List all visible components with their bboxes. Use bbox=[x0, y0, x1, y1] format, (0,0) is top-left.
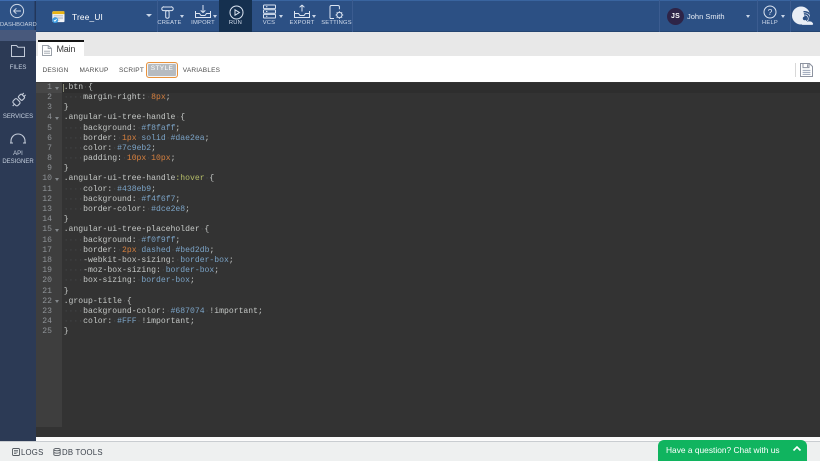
svg-text:?: ? bbox=[768, 7, 773, 17]
